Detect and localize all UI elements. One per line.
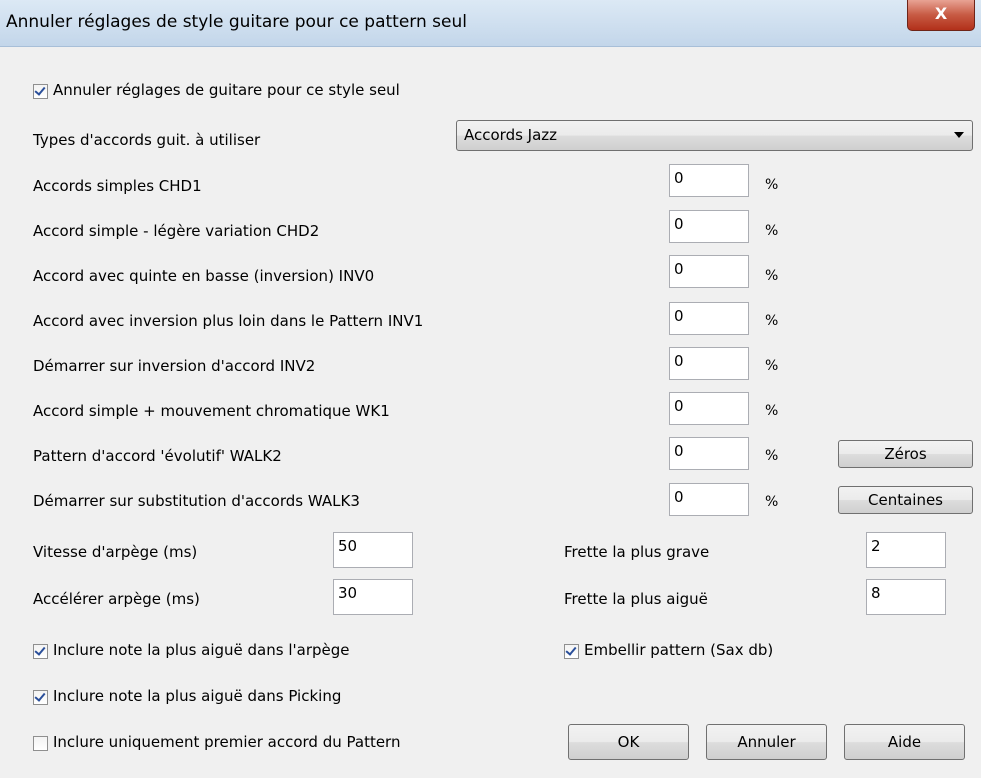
- chd1-input[interactable]: 0: [669, 164, 749, 197]
- ok-button[interactable]: OK: [568, 724, 689, 760]
- inv1-label: Accord avec inversion plus loin dans le …: [33, 312, 424, 330]
- inv0-percent: %: [765, 268, 779, 284]
- embellish-checkbox[interactable]: [564, 644, 579, 659]
- wk1-percent: %: [765, 403, 779, 419]
- chd2-input[interactable]: 0: [669, 210, 749, 243]
- highest-fret-input[interactable]: 8: [866, 579, 946, 615]
- walk3-label: Démarrer sur substitution d'accords WALK…: [33, 492, 360, 510]
- dialog-body: Annuler réglages de guitare pour ce styl…: [8, 47, 973, 778]
- walk2-input[interactable]: 0: [669, 437, 749, 470]
- walk3-percent: %: [765, 494, 779, 510]
- walk3-input[interactable]: 0: [669, 483, 749, 516]
- override-label: Annuler réglages de guitare pour ce styl…: [53, 81, 400, 99]
- arpeggio-accel-label: Accélérer arpège (ms): [33, 590, 200, 608]
- first-chord-only-label: Inclure uniquement premier accord du Pat…: [53, 733, 401, 751]
- inv2-label: Démarrer sur inversion d'accord INV2: [33, 357, 316, 375]
- zeros-button[interactable]: Zéros: [838, 440, 973, 468]
- include-top-arpeggio-checkbox[interactable]: [33, 644, 48, 659]
- arpeggio-accel-input[interactable]: 30: [333, 579, 413, 615]
- first-chord-only-checkbox[interactable]: [33, 736, 48, 751]
- include-top-picking-label: Inclure note la plus aiguë dans Picking: [53, 687, 342, 705]
- walk2-percent: %: [765, 448, 779, 464]
- chord-types-value: Accords Jazz: [464, 126, 558, 144]
- chd2-label: Accord simple - légère variation CHD2: [33, 222, 320, 240]
- chevron-down-icon: [954, 132, 964, 138]
- arpeggio-speed-label: Vitesse d'arpège (ms): [33, 543, 198, 561]
- chord-types-label: Types d'accords guit. à utiliser: [33, 131, 261, 149]
- dialog-window: Annuler réglages de style guitare pour c…: [0, 0, 981, 778]
- help-button[interactable]: Aide: [844, 724, 965, 760]
- title-bar[interactable]: Annuler réglages de style guitare pour c…: [0, 0, 981, 47]
- include-top-arpeggio-label: Inclure note la plus aiguë dans l'arpège: [53, 641, 350, 659]
- wk1-label: Accord simple + mouvement chromatique WK…: [33, 402, 390, 420]
- inv2-input[interactable]: 0: [669, 347, 749, 380]
- close-button[interactable]: X: [907, 0, 975, 31]
- highest-fret-label: Frette la plus aiguë: [564, 590, 708, 608]
- inv0-input[interactable]: 0: [669, 255, 749, 288]
- inv1-input[interactable]: 0: [669, 302, 749, 335]
- include-top-picking-checkbox[interactable]: [33, 690, 48, 705]
- inv1-percent: %: [765, 313, 779, 329]
- hundreds-button[interactable]: Centaines: [838, 486, 973, 514]
- chd1-percent: %: [765, 177, 779, 193]
- wk1-input[interactable]: 0: [669, 392, 749, 425]
- walk2-label: Pattern d'accord 'évolutif' WALK2: [33, 447, 282, 465]
- lowest-fret-input[interactable]: 2: [866, 532, 946, 568]
- inv2-percent: %: [765, 358, 779, 374]
- override-checkbox[interactable]: [33, 84, 48, 99]
- inv0-label: Accord avec quinte en basse (inversion) …: [33, 267, 375, 285]
- chd1-label: Accords simples CHD1: [33, 177, 202, 195]
- chd2-percent: %: [765, 223, 779, 239]
- lowest-fret-label: Frette la plus grave: [564, 543, 710, 561]
- window-title: Annuler réglages de style guitare pour c…: [6, 12, 467, 32]
- chord-types-dropdown[interactable]: Accords Jazz: [456, 120, 973, 151]
- cancel-button[interactable]: Annuler: [706, 724, 827, 760]
- embellish-label: Embellir pattern (Sax db): [584, 641, 774, 659]
- close-icon: X: [934, 4, 948, 23]
- arpeggio-speed-input[interactable]: 50: [333, 532, 413, 568]
